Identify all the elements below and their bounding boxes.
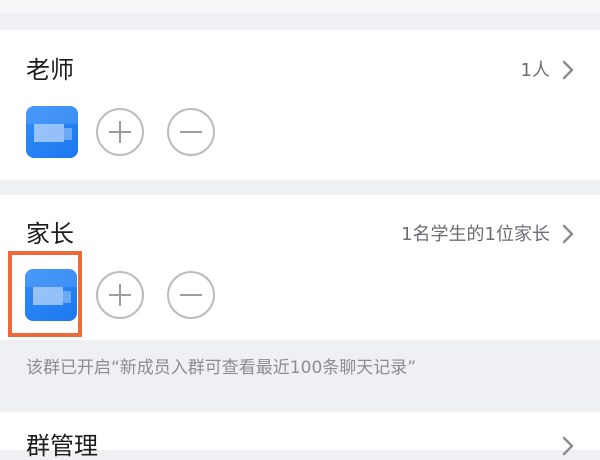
top-spacer <box>0 0 600 30</box>
chevron-right-icon[interactable] <box>560 58 576 82</box>
history-notice: 该群已开启“新成员入群可查看最近100条聊天记录” <box>26 358 417 378</box>
parents-section: 家长 1名学生的1位家长 <box>0 195 600 340</box>
group-manage-title: 群管理 <box>26 432 98 460</box>
chevron-right-icon[interactable] <box>560 222 576 246</box>
avatar-blur <box>63 291 71 303</box>
avatar-shine <box>26 106 78 124</box>
remove-parent-button[interactable] <box>167 271 215 319</box>
plus-circle-icon <box>109 284 131 306</box>
minus-circle-icon <box>180 131 202 133</box>
add-teacher-button[interactable] <box>96 108 144 156</box>
remove-teacher-button[interactable] <box>167 108 215 156</box>
parents-count[interactable]: 1名学生的1位家长 <box>401 224 550 246</box>
teachers-count[interactable]: 1人 <box>521 60 550 82</box>
teacher-avatar[interactable] <box>26 106 78 158</box>
chevron-right-icon[interactable] <box>560 434 576 458</box>
avatar-blur <box>33 287 63 305</box>
add-parent-button[interactable] <box>96 271 144 319</box>
teachers-title: 老师 <box>26 56 74 84</box>
minus-circle-icon <box>180 294 202 296</box>
plus-circle-icon <box>109 121 131 143</box>
teachers-section: 老师 1人 <box>0 30 600 180</box>
avatar-blur <box>64 128 72 140</box>
parent-avatar[interactable] <box>25 269 77 321</box>
group-manage-row[interactable]: 群管理 <box>0 412 600 460</box>
top-strip <box>0 0 600 14</box>
avatar-blur <box>34 124 64 142</box>
avatar-shine <box>25 269 77 287</box>
parents-title: 家长 <box>26 220 74 248</box>
